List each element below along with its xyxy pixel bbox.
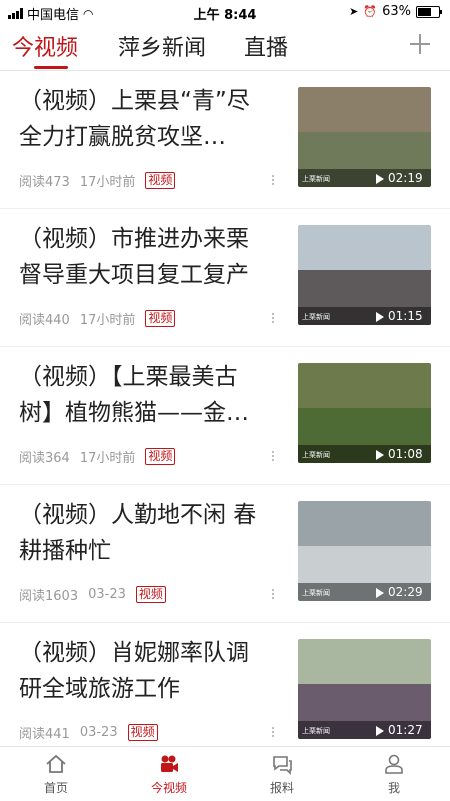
play-icon (376, 174, 384, 184)
item-meta: 阅读364 17小时前 视频 (19, 447, 176, 466)
publish-time: 17小时前 (79, 313, 136, 328)
battery-icon (416, 5, 442, 18)
read-count: 阅读1603 (19, 589, 79, 604)
nav-me-label: 我 (387, 781, 400, 795)
more-options-icon[interactable] (272, 451, 275, 463)
channel-logo: 上栗新闻 (302, 589, 330, 597)
play-icon (376, 588, 384, 598)
video-duration: 01:08 (388, 447, 423, 461)
read-count: 阅读440 (19, 313, 70, 328)
item-meta: 阅读440 17小时前 视频 (19, 309, 176, 328)
video-duration: 01:15 (388, 309, 423, 323)
read-count: 阅读473 (19, 175, 70, 190)
add-channel-icon[interactable] (410, 34, 430, 54)
item-meta: 阅读1603 03-23 视频 (19, 585, 166, 604)
chat-icon (273, 756, 292, 775)
play-icon (376, 312, 384, 322)
more-options-icon[interactable] (272, 175, 275, 187)
item-title[interactable]: （视频）【上栗最美古树】植物熊猫——金… (19, 359, 269, 431)
publish-time: 17小时前 (79, 451, 136, 466)
video-badge: 视频 (135, 586, 166, 603)
publish-time: 03-23 (79, 725, 118, 740)
video-thumbnail[interactable]: 上栗新闻 01:15 (298, 225, 431, 325)
video-duration: 02:19 (388, 171, 423, 185)
list-item[interactable]: （视频）【上栗最美古树】植物熊猫——金… 阅读364 17小时前 视频 上栗新闻… (0, 347, 450, 485)
video-thumbnail[interactable]: 上栗新闻 02:19 (298, 87, 431, 187)
nav-report-label: 报料 (269, 781, 294, 795)
channel-tabs: 今视频 萍乡新闻 直播 (0, 28, 450, 71)
publish-time: 17小时前 (79, 175, 136, 190)
channel-logo: 上栗新闻 (302, 313, 330, 321)
nav-today-video-label: 今视频 (150, 781, 187, 795)
list-item[interactable]: （视频）上栗县“青”尽全力打赢脱贫攻坚… 阅读473 17小时前 视频 上栗新闻… (0, 71, 450, 209)
more-options-icon[interactable] (272, 313, 275, 325)
tab-pingxiang-news[interactable]: 萍乡新闻 (118, 30, 206, 62)
item-title[interactable]: （视频）上栗县“青”尽全力打赢脱贫攻坚… (19, 83, 269, 155)
nav-home-label: 首页 (43, 781, 68, 795)
item-meta: 阅读473 17小时前 视频 (19, 171, 176, 190)
status-bar: 中国电信 ◠ 上午 8:44 ➤ ⏰ 63% (0, 0, 450, 24)
item-title[interactable]: （视频）人勤地不闲 春耕播种忙 (19, 497, 269, 569)
more-options-icon[interactable] (272, 589, 275, 601)
channel-logo: 上栗新闻 (302, 175, 330, 183)
video-list: （视频）上栗县“青”尽全力打赢脱贫攻坚… 阅读473 17小时前 视频 上栗新闻… (0, 71, 450, 761)
video-badge: 视频 (145, 310, 176, 327)
alarm-icon: ⏰ (363, 5, 378, 18)
item-title[interactable]: （视频）肖妮娜率队调研全域旅游工作 (19, 635, 269, 707)
read-count: 阅读364 (19, 451, 70, 466)
play-icon (376, 450, 384, 460)
video-thumbnail[interactable]: 上栗新闻 01:27 (298, 639, 431, 739)
video-duration: 02:29 (388, 585, 423, 599)
battery-percent: 63% (382, 4, 411, 19)
user-icon (385, 754, 403, 774)
list-item[interactable]: （视频）市推进办来栗督导重大项目复工复产 阅读440 17小时前 视频 上栗新闻… (0, 209, 450, 347)
video-duration: 01:27 (388, 723, 423, 737)
tab-today-video[interactable]: 今视频 (12, 30, 78, 62)
bottom-navigation: 首页 今视频 报料 我 (0, 746, 450, 801)
nav-me[interactable]: 我 (354, 753, 434, 796)
nav-today-video[interactable]: 今视频 (129, 753, 209, 796)
camera-icon (161, 755, 178, 772)
nav-report[interactable]: 报料 (242, 753, 322, 796)
video-badge: 视频 (145, 172, 176, 189)
publish-time: 03-23 (88, 587, 126, 602)
item-meta: 阅读441 03-23 视频 (19, 723, 158, 742)
video-badge: 视频 (145, 448, 176, 465)
channel-logo: 上栗新闻 (302, 727, 330, 735)
list-item[interactable]: （视频）肖妮娜率队调研全域旅游工作 阅读441 03-23 视频 上栗新闻 01… (0, 623, 450, 761)
list-item[interactable]: （视频）人勤地不闲 春耕播种忙 阅读1603 03-23 视频 上栗新闻 02:… (0, 485, 450, 623)
tab-live[interactable]: 直播 (244, 30, 288, 62)
location-icon: ➤ (349, 5, 359, 18)
video-badge: 视频 (127, 724, 158, 741)
video-thumbnail[interactable]: 上栗新闻 01:08 (298, 363, 431, 463)
nav-home[interactable]: 首页 (16, 753, 96, 796)
read-count: 阅读441 (19, 727, 70, 742)
active-tab-indicator (34, 66, 68, 69)
video-thumbnail[interactable]: 上栗新闻 02:29 (298, 501, 431, 601)
item-title[interactable]: （视频）市推进办来栗督导重大项目复工复产 (19, 221, 269, 293)
home-icon (46, 754, 66, 773)
play-icon (376, 726, 384, 736)
more-options-icon[interactable] (272, 727, 275, 739)
channel-logo: 上栗新闻 (302, 451, 330, 459)
